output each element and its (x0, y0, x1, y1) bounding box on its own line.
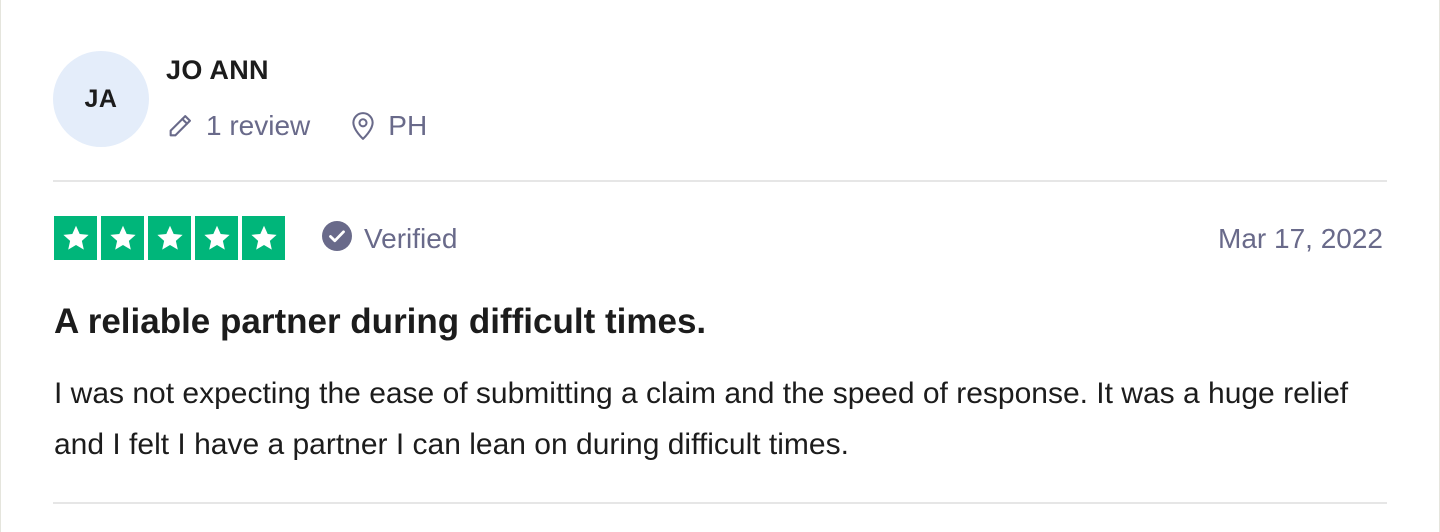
review-date: Mar 17, 2022 (1218, 223, 1383, 254)
star-icon (101, 216, 144, 260)
avatar[interactable]: JA (53, 51, 149, 147)
pencil-icon (166, 112, 194, 140)
star-icon (54, 216, 97, 260)
divider (53, 502, 1387, 504)
verified-badge[interactable]: Verified (321, 220, 457, 258)
avatar-initials: JA (84, 84, 118, 113)
review-body: I was not expecting the ease of submitti… (54, 377, 1349, 461)
location-label: PH (388, 110, 428, 141)
reviewer-meta: 1 review PH (166, 106, 427, 146)
divider (53, 180, 1387, 182)
reviewer-location: PH (350, 110, 427, 142)
star-icon (195, 216, 238, 260)
verified-label: Verified (364, 223, 458, 254)
star-icon (242, 216, 285, 260)
review-count-label: 1 review (206, 110, 311, 141)
star-icon (148, 216, 191, 260)
map-pin-icon (350, 111, 376, 141)
review-title[interactable]: A reliable partner during difficult time… (54, 302, 706, 342)
star-rating (54, 216, 285, 260)
review-count: 1 review (166, 110, 310, 142)
review-card: JA JO ANN 1 review PH Verified Mar 17, 2… (0, 0, 1440, 532)
reviewer-name[interactable]: JO ANN (166, 55, 269, 86)
checkmark-circle-icon (321, 220, 353, 259)
